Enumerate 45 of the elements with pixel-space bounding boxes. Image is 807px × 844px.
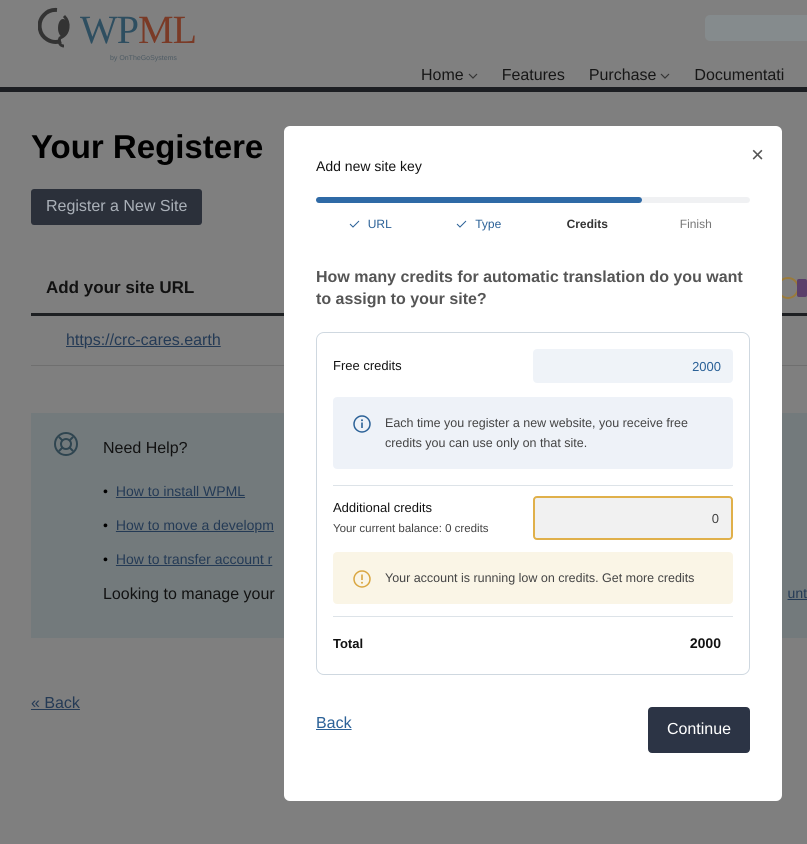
account-link[interactable]: unt (788, 583, 807, 608)
back-link[interactable]: « Back (31, 692, 80, 716)
chevron-down-icon (468, 73, 478, 79)
free-credits-field[interactable]: 2000 (533, 349, 733, 384)
credits-link[interactable]: credits for automatic translation (400, 269, 645, 286)
site-url-link[interactable]: https://crc-cares.earth (66, 332, 221, 350)
step-tab[interactable]: URL (348, 215, 392, 233)
additional-credits-label: Additional credits (333, 498, 433, 517)
nav-dropdown[interactable]: Home (421, 64, 478, 88)
register-site-button[interactable]: Register a New Site (31, 189, 202, 226)
bullet-mark: • (103, 550, 108, 570)
help-title: Need Help? (103, 439, 188, 460)
help-text: Looking to manage your (103, 585, 275, 606)
continue-button[interactable]: Continue (648, 707, 750, 754)
info-icon (353, 415, 371, 434)
check-icon (456, 220, 468, 228)
warning-text: Your account is running low on credits. Get more credits (385, 570, 694, 588)
chevron-down-icon (660, 73, 670, 79)
close-button[interactable]: × (751, 144, 764, 166)
step-tab[interactable]: Credits (566, 215, 608, 233)
total-value: 2000 (690, 634, 721, 654)
back-link[interactable]: Back (316, 712, 352, 736)
info-text: Each time you register a new website, you receive free credits you can use only on that site. (385, 415, 689, 452)
get-credits-link[interactable]: Get more credits (602, 571, 694, 586)
step-tab[interactable]: Type (456, 215, 502, 233)
bullet-mark: • (103, 482, 108, 502)
help-link[interactable]: How to install WPML (116, 481, 246, 502)
bullet-mark: • (103, 516, 108, 536)
lifebuoy-icon (53, 431, 79, 458)
warning-icon (353, 570, 371, 588)
question-text: How many credits for automatic translation do you want to assign to your site? (316, 268, 744, 310)
nav-link[interactable]: Features (502, 64, 565, 88)
help-link[interactable]: How to move a developm (116, 515, 274, 536)
column-header: Add your site URL (46, 277, 194, 300)
step-tab[interactable]: Finish (680, 215, 712, 233)
balance-text: Your current balance: 0 credits (333, 522, 489, 538)
modal-title: Add new site key (316, 157, 423, 176)
help-link[interactable]: How to transfer account r (116, 549, 272, 570)
nav-link[interactable]: Documentati (694, 64, 784, 88)
total-label: Total (333, 634, 364, 653)
additional-credits-field[interactable]: 0 (533, 496, 733, 540)
nav-dropdown[interactable]: Purchase (588, 64, 670, 88)
free-credits-label: Free credits (333, 357, 402, 376)
check-icon (348, 220, 360, 228)
page-title: Your Registere (31, 129, 264, 166)
